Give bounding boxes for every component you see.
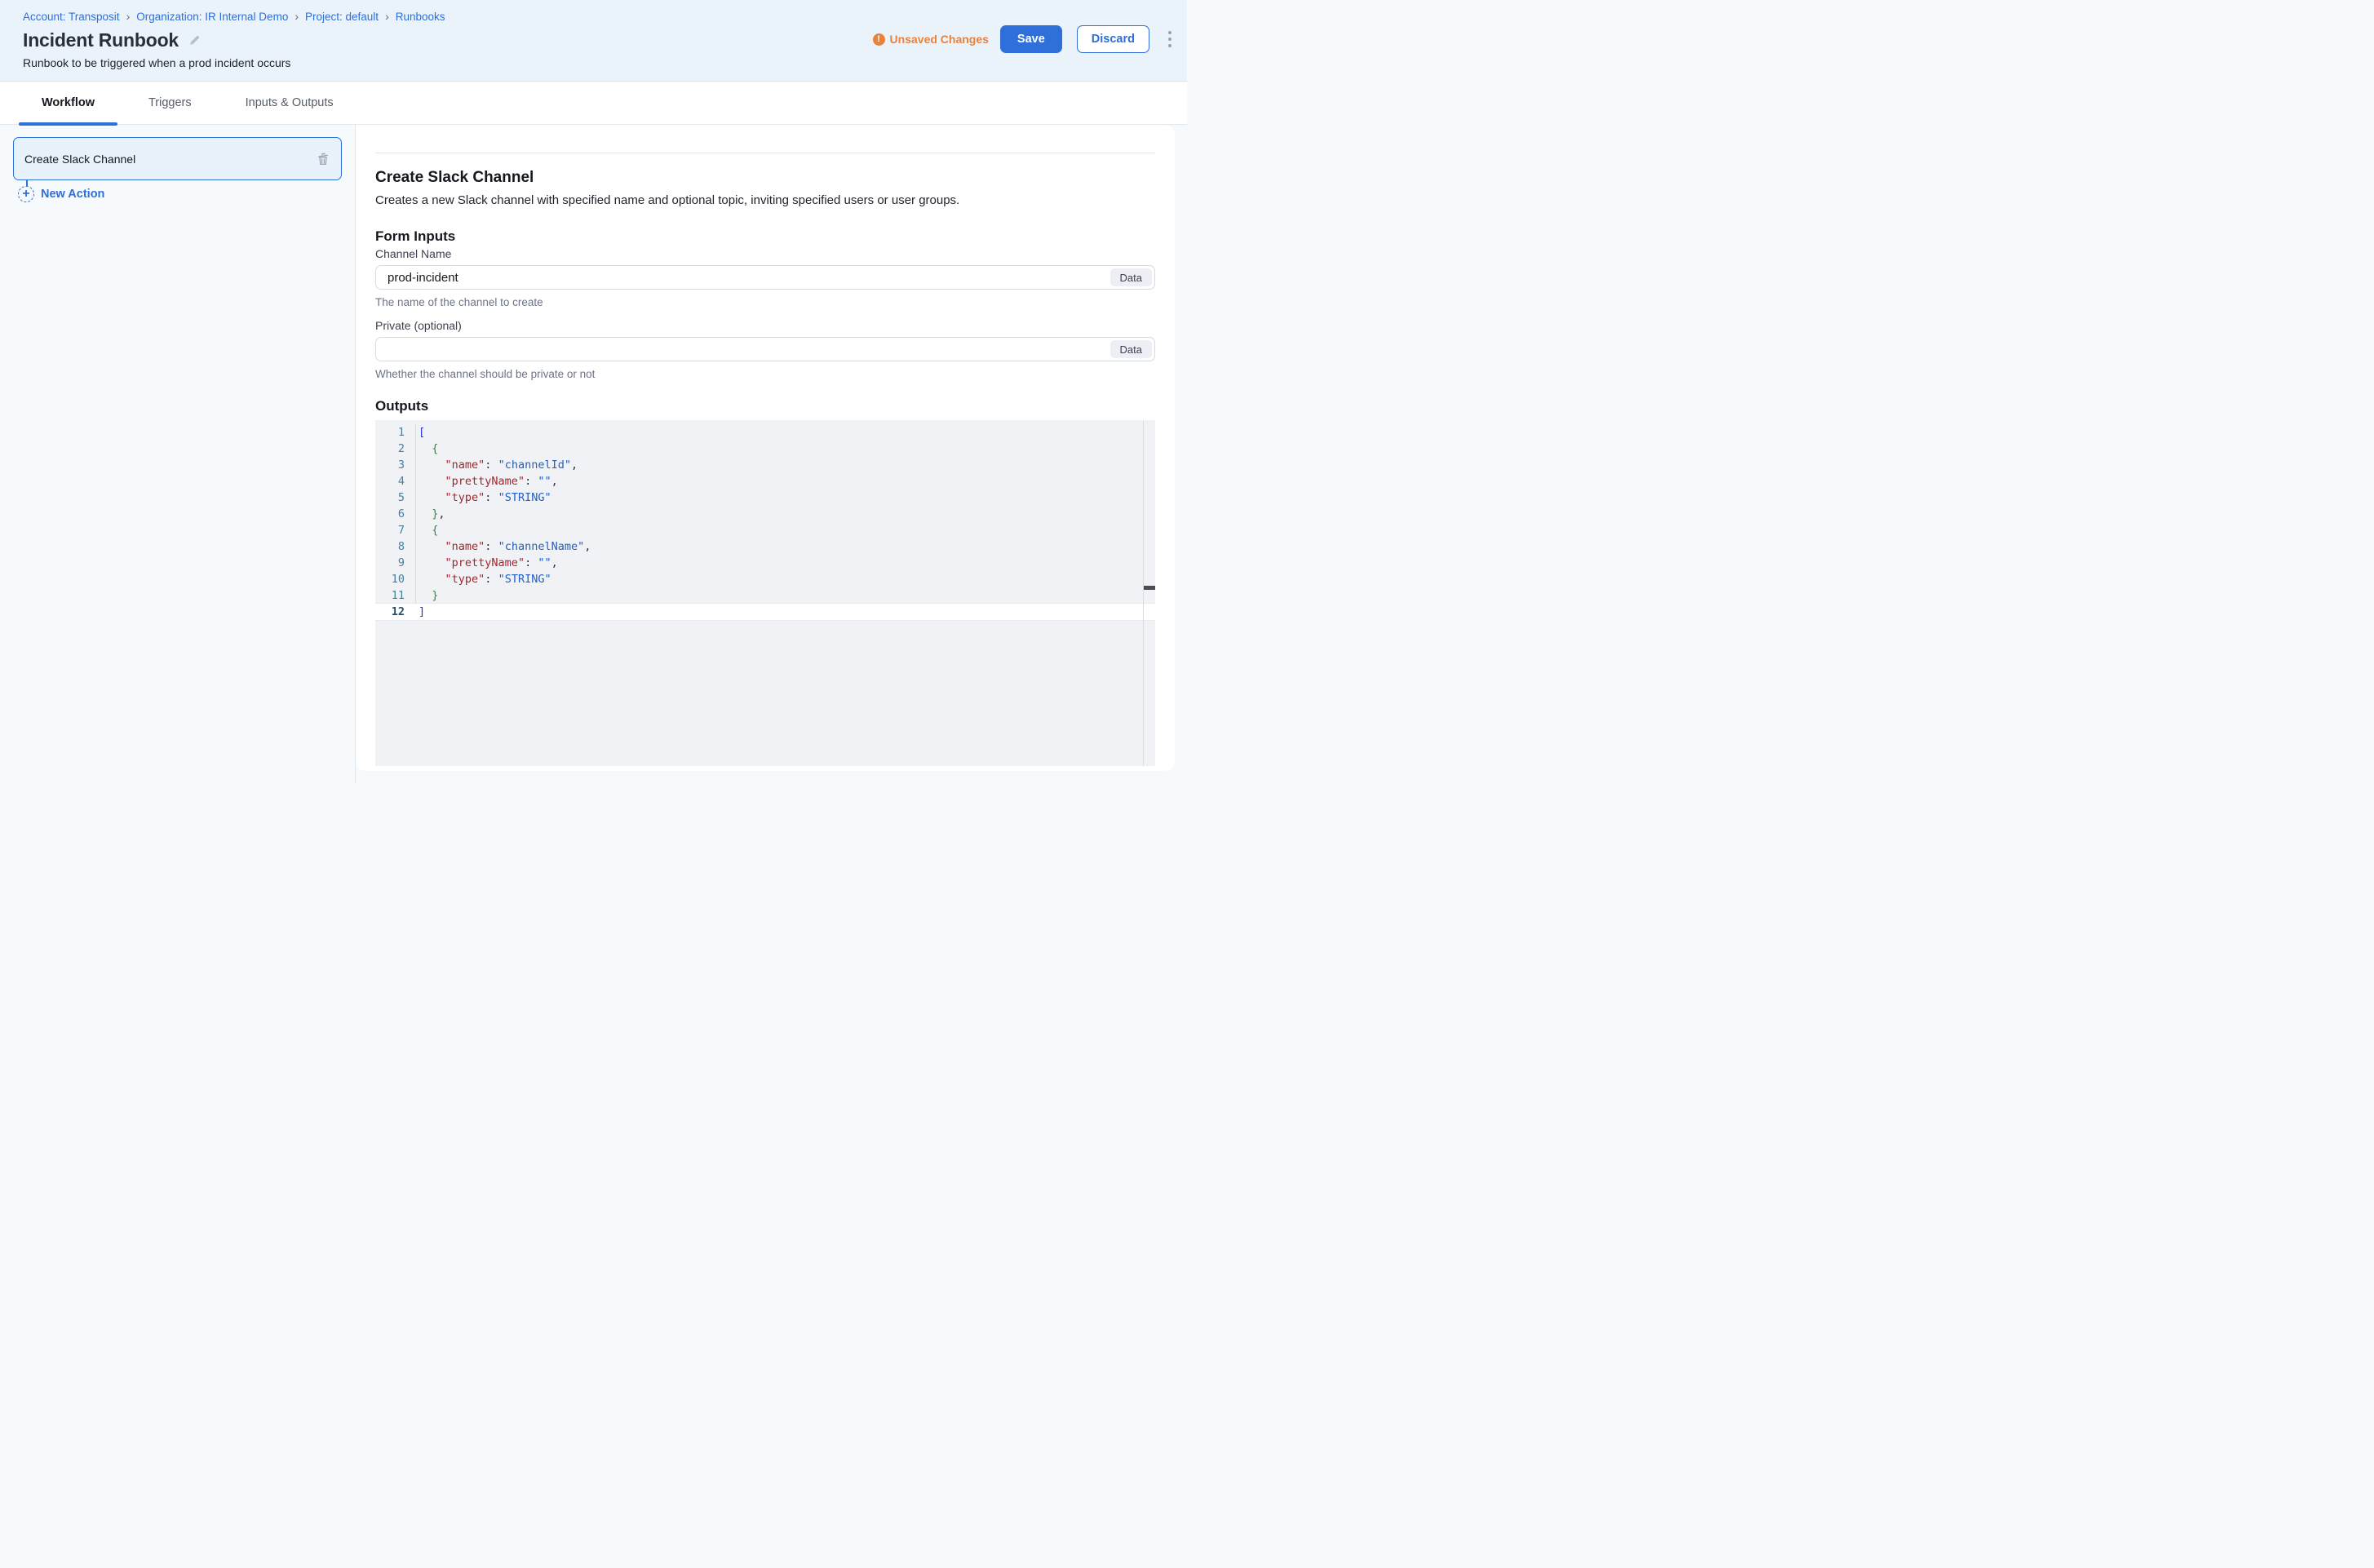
- workflow-connector-line: [26, 180, 28, 186]
- tab-bar: Workflow Triggers Inputs & Outputs: [0, 82, 1187, 125]
- code-line-content: },: [416, 506, 445, 522]
- edit-title-icon[interactable]: [188, 33, 202, 47]
- code-line-number: 4: [375, 473, 416, 489]
- private-helper: Whether the channel should be private or…: [375, 368, 1155, 381]
- chevron-right-icon: ›: [385, 10, 389, 23]
- code-line-content: "name": "channelName",: [416, 538, 591, 555]
- tab-workflow[interactable]: Workflow: [19, 82, 117, 124]
- plus-icon: +: [18, 186, 34, 202]
- code-line-number: 11: [375, 587, 416, 604]
- code-line-content: }: [416, 587, 438, 604]
- workflow-steps-panel: Create Slack Channel + New Action: [0, 125, 356, 784]
- code-line-number: 6: [375, 506, 416, 522]
- code-rows: 1[2 {3 "name": "channelId",4 "prettyName…: [375, 424, 1155, 620]
- outputs-heading: Outputs: [375, 399, 1155, 414]
- code-line-content: "prettyName": "",: [416, 555, 558, 571]
- code-line-number: 2: [375, 441, 416, 457]
- breadcrumb-link[interactable]: Account: Transposit: [23, 11, 120, 23]
- channel-name-helper: The name of the channel to create: [375, 296, 1155, 309]
- more-options-icon[interactable]: [1164, 25, 1176, 53]
- new-action-label: New Action: [41, 188, 104, 201]
- action-card-label: Create Slack Channel: [24, 153, 135, 166]
- code-scrollbar-track: [1143, 420, 1144, 766]
- code-line-content: ]: [416, 604, 425, 620]
- code-line-number: 12: [375, 604, 416, 620]
- code-line-number: 7: [375, 522, 416, 538]
- code-scrollbar-thumb[interactable]: [1144, 586, 1155, 590]
- code-line: 5 "type": "STRING": [375, 489, 1155, 506]
- code-line-content: [: [416, 424, 425, 441]
- save-button[interactable]: Save: [1000, 25, 1062, 53]
- private-input[interactable]: [375, 337, 1155, 361]
- private-label: Private (optional): [375, 319, 1155, 332]
- code-line-content: {: [416, 441, 438, 457]
- channel-name-data-button[interactable]: Data: [1110, 268, 1152, 286]
- breadcrumb-link[interactable]: Organization: IR Internal Demo: [136, 11, 288, 23]
- new-action-button[interactable]: + New Action: [18, 186, 342, 202]
- breadcrumb-link[interactable]: Project: default: [305, 11, 379, 23]
- chevron-right-icon: ›: [295, 10, 299, 23]
- form-inputs-heading: Form Inputs: [375, 229, 1155, 244]
- action-card-create-slack-channel[interactable]: Create Slack Channel: [13, 137, 342, 180]
- discard-button[interactable]: Discard: [1077, 25, 1149, 53]
- code-line-number: 3: [375, 457, 416, 473]
- code-line: 4 "prettyName": "",: [375, 473, 1155, 489]
- code-line-number: 8: [375, 538, 416, 555]
- code-line-content: "prettyName": "",: [416, 473, 558, 489]
- code-line-number: 9: [375, 555, 416, 571]
- field-channel-name: Channel Name Data The name of the channe…: [375, 247, 1155, 309]
- action-description: Creates a new Slack channel with specifi…: [375, 193, 1155, 209]
- field-private: Private (optional) Data Whether the chan…: [375, 319, 1155, 381]
- code-line-number: 10: [375, 571, 416, 587]
- breadcrumb: Account: Transposit › Organization: IR Int…: [23, 11, 1171, 23]
- page-title: Incident Runbook: [23, 30, 179, 51]
- tab-triggers[interactable]: Triggers: [126, 82, 215, 124]
- code-line: 11 }: [375, 587, 1155, 604]
- unsaved-changes-badge: ! Unsaved Changes: [873, 33, 989, 46]
- code-line: 3 "name": "channelId",: [375, 457, 1155, 473]
- channel-name-input-row: Data: [375, 265, 1155, 290]
- unsaved-changes-label: Unsaved Changes: [890, 33, 989, 46]
- channel-name-input[interactable]: [375, 265, 1155, 290]
- code-line-content: {: [416, 522, 438, 538]
- private-input-row: Data: [375, 337, 1155, 361]
- delete-action-icon[interactable]: [316, 152, 330, 166]
- code-line-content: "type": "STRING": [416, 571, 551, 587]
- action-title: Create Slack Channel: [375, 168, 1155, 187]
- code-line: 6 },: [375, 506, 1155, 522]
- code-line: 12]: [375, 604, 1155, 620]
- code-line: 8 "name": "channelName",: [375, 538, 1155, 555]
- code-line-content: "type": "STRING": [416, 489, 551, 506]
- channel-name-label: Channel Name: [375, 247, 1155, 260]
- page-header: Account: Transposit › Organization: IR Int…: [0, 0, 1187, 82]
- code-line: 2 {: [375, 441, 1155, 457]
- private-data-button[interactable]: Data: [1110, 340, 1152, 358]
- code-line-content: "name": "channelId",: [416, 457, 578, 473]
- code-line: 10 "type": "STRING": [375, 571, 1155, 587]
- action-detail-panel: Create Slack Channel Creates a new Slack…: [356, 125, 1175, 771]
- header-actions: ! Unsaved Changes Save Discard: [873, 25, 1176, 53]
- code-line: 7 {: [375, 522, 1155, 538]
- code-line: 9 "prettyName": "",: [375, 555, 1155, 571]
- breadcrumb-link[interactable]: Runbooks: [396, 11, 445, 23]
- outputs-code-editor[interactable]: 1[2 {3 "name": "channelId",4 "prettyName…: [375, 420, 1155, 766]
- content: Create Slack Channel + New Action Create…: [0, 125, 1187, 784]
- code-line-number: 5: [375, 489, 416, 506]
- tab-inputs-outputs[interactable]: Inputs & Outputs: [223, 82, 357, 124]
- page-subtitle: Runbook to be triggered when a prod inci…: [23, 56, 1171, 69]
- chevron-right-icon: ›: [126, 10, 131, 23]
- code-line-number: 1: [375, 424, 416, 441]
- code-line: 1[: [375, 424, 1155, 441]
- warning-icon: !: [873, 33, 885, 46]
